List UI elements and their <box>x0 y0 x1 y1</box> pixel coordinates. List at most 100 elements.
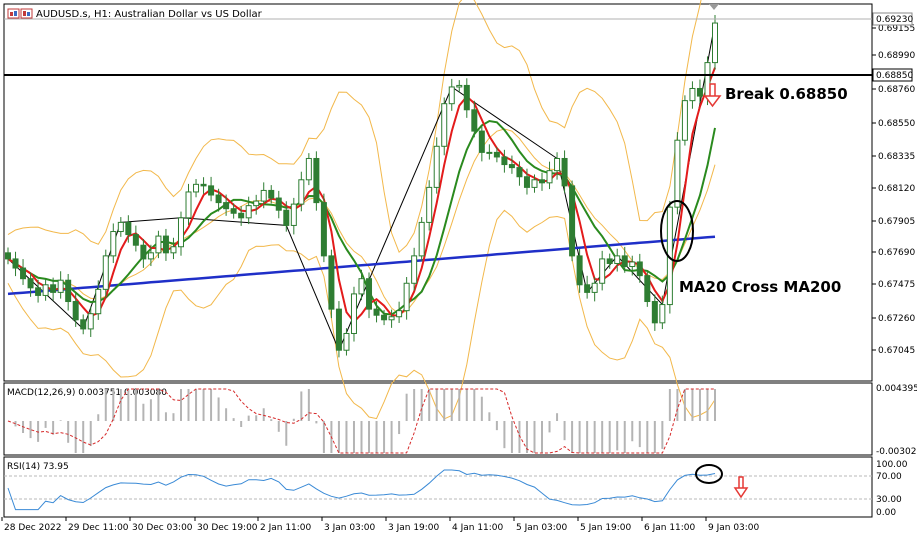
price-tick-label: 0.67045 <box>878 346 915 356</box>
candle-body <box>65 279 72 303</box>
candle-body <box>268 189 275 199</box>
candle-body <box>313 157 320 204</box>
candle-body <box>185 191 192 219</box>
candle-body <box>388 316 395 321</box>
candle-body <box>200 183 207 187</box>
candle-body <box>102 255 109 290</box>
candle-body <box>681 100 688 141</box>
candle-body <box>110 231 117 257</box>
candle-body <box>584 284 591 293</box>
candle-body <box>170 246 177 254</box>
candle-body <box>629 261 636 268</box>
candle-body <box>350 293 357 334</box>
time-tick-label: 30 Dec 19:00 <box>197 523 258 533</box>
candle-body <box>478 130 485 153</box>
time-tick-label: 9 Jan 03:00 <box>708 523 760 533</box>
candle-body <box>614 255 621 264</box>
candle-body <box>659 304 666 324</box>
chart-window-icon[interactable] <box>7 8 20 19</box>
candle-body <box>606 258 613 264</box>
price-tick-label: 0.68990 <box>878 51 915 61</box>
candle-body <box>433 145 440 188</box>
candle-body <box>554 157 561 172</box>
break-annotation: Break 0.68850 <box>725 85 848 103</box>
candle-body <box>125 221 132 236</box>
candle-body <box>463 84 470 111</box>
chart-window: AUDUSD.s, H1: Australian Dollar vs US Do… <box>1 0 917 533</box>
candle-body <box>253 200 260 207</box>
candle-body <box>20 267 27 280</box>
candle-body <box>328 255 335 310</box>
candle-body <box>689 87 696 102</box>
time-tick-label: 5 Jan 03:00 <box>516 523 568 533</box>
time-tick-label: 28 Dec 2022 <box>4 523 62 533</box>
candle-body <box>35 287 42 296</box>
time-tick-label: 2 Jan 11:00 <box>260 523 312 533</box>
candle-body <box>523 176 530 188</box>
candle-body <box>448 86 455 105</box>
candle-body <box>471 109 478 132</box>
time-tick-label: 3 Jan 03:00 <box>324 523 376 533</box>
candle-body <box>50 284 57 293</box>
candle-body <box>493 151 500 158</box>
candle-body <box>539 179 546 184</box>
time-tick-label: 29 Dec 11:00 <box>68 523 129 533</box>
candle-body <box>57 279 64 293</box>
candle-body <box>599 258 606 284</box>
candle-body <box>290 203 297 226</box>
candle-body <box>223 202 230 210</box>
candle-body <box>508 164 515 169</box>
rsi-tick-30: 30.00 <box>876 495 902 505</box>
candle-body <box>644 275 651 303</box>
candle-body <box>42 284 49 296</box>
chart-window-icon-2[interactable] <box>20 8 33 19</box>
candle-body <box>591 282 598 293</box>
candle-body <box>531 179 538 188</box>
candle-body <box>576 255 583 286</box>
candle-body <box>117 221 124 233</box>
candle-body <box>403 282 410 312</box>
current-price-label: 0.69230 <box>876 15 913 25</box>
time-tick-label: 4 Jan 11:00 <box>452 523 504 533</box>
candle-body <box>5 252 11 260</box>
candle-body <box>335 308 342 351</box>
candle-body <box>456 84 463 88</box>
candle-body <box>140 244 147 260</box>
candle-body <box>305 157 312 181</box>
price-tick-label: 0.67475 <box>878 280 915 290</box>
candle-body <box>208 185 215 196</box>
candle-body <box>320 202 327 257</box>
candle-body <box>441 103 448 147</box>
candle-body <box>230 208 237 214</box>
candle-body <box>343 332 350 351</box>
candle-body <box>215 194 222 204</box>
price-tick-label: 0.68760 <box>878 85 915 95</box>
candle-body <box>72 301 79 321</box>
candle-body <box>516 167 523 178</box>
candle-body <box>411 255 418 284</box>
price-tick-label: 0.67260 <box>878 314 915 324</box>
price-tick-label: 0.67690 <box>878 248 915 258</box>
macd-tick-bottom: -0.003022 <box>876 447 917 457</box>
candle-body <box>366 278 373 310</box>
candle-body <box>674 139 681 208</box>
candle-body <box>621 255 628 268</box>
rsi-tick-70: 70.00 <box>876 472 902 482</box>
candle-body <box>80 319 87 330</box>
candle-body <box>696 87 703 97</box>
candle-body <box>193 183 200 193</box>
candle-body <box>132 234 139 246</box>
break-level-label: 0.68850 <box>876 71 913 81</box>
candle-body <box>95 288 102 315</box>
candle-body <box>12 258 19 269</box>
rsi-tick-100: 100.00 <box>876 460 908 470</box>
price-tick-label: 0.68120 <box>878 184 915 194</box>
candle-body <box>426 186 433 223</box>
candle-body <box>177 217 184 248</box>
candle-body <box>501 156 508 166</box>
candle-body <box>283 209 290 226</box>
time-tick-label: 5 Jan 19:00 <box>580 523 632 533</box>
candle-body <box>418 221 425 257</box>
candle-body <box>147 252 154 260</box>
candle-body <box>245 205 252 219</box>
